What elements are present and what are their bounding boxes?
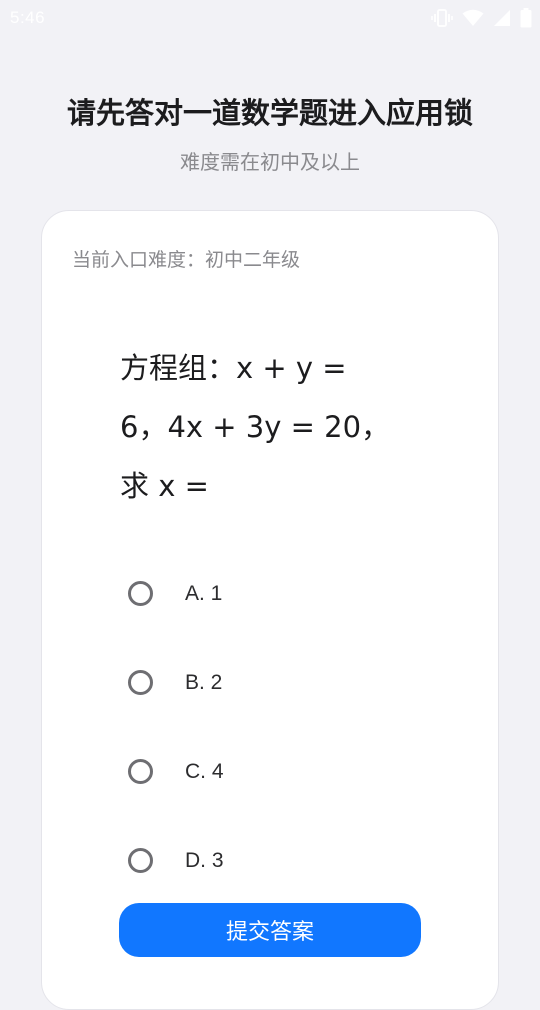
radio-icon[interactable] xyxy=(128,670,153,695)
status-time: 5:46 xyxy=(10,8,46,27)
page-subtitle: 难度需在初中及以上 xyxy=(180,150,360,174)
radio-icon[interactable] xyxy=(128,759,153,784)
option-a[interactable]: A. 1 xyxy=(128,549,428,638)
answer-options: A. 1 B. 2 C. 4 D. 3 xyxy=(128,549,428,905)
submit-button[interactable]: 提交答案 xyxy=(119,903,421,957)
wifi-icon xyxy=(462,9,484,27)
option-label: A. 1 xyxy=(185,581,223,605)
option-c[interactable]: C. 4 xyxy=(128,727,428,816)
radio-icon[interactable] xyxy=(128,581,153,606)
option-label: C. 4 xyxy=(185,759,224,783)
question-line: 6，4x + 3y = 20， xyxy=(120,410,391,444)
question-line: 方程组：x + y = xyxy=(120,351,347,385)
radio-icon[interactable] xyxy=(128,848,153,873)
signal-icon xyxy=(493,9,511,27)
question-card: 当前入口难度：初中二年级 方程组：x + y = 6，4x + 3y = 20，… xyxy=(41,210,499,1010)
difficulty-label: 当前入口难度：初中二年级 xyxy=(72,249,301,271)
option-b[interactable]: B. 2 xyxy=(128,638,428,727)
question-line: 求 x = xyxy=(120,469,209,503)
status-bar: 5:46 xyxy=(0,0,540,36)
option-label: B. 2 xyxy=(185,670,223,694)
page-title: 请先答对一道数学题进入应用锁 xyxy=(66,96,473,130)
option-d[interactable]: D. 3 xyxy=(128,816,428,905)
battery-icon xyxy=(520,8,532,28)
question-text: 方程组：x + y = 6，4x + 3y = 20， 求 x = xyxy=(120,339,420,516)
vibrate-icon xyxy=(431,9,453,27)
option-label: D. 3 xyxy=(185,848,224,872)
status-icons xyxy=(431,8,532,28)
